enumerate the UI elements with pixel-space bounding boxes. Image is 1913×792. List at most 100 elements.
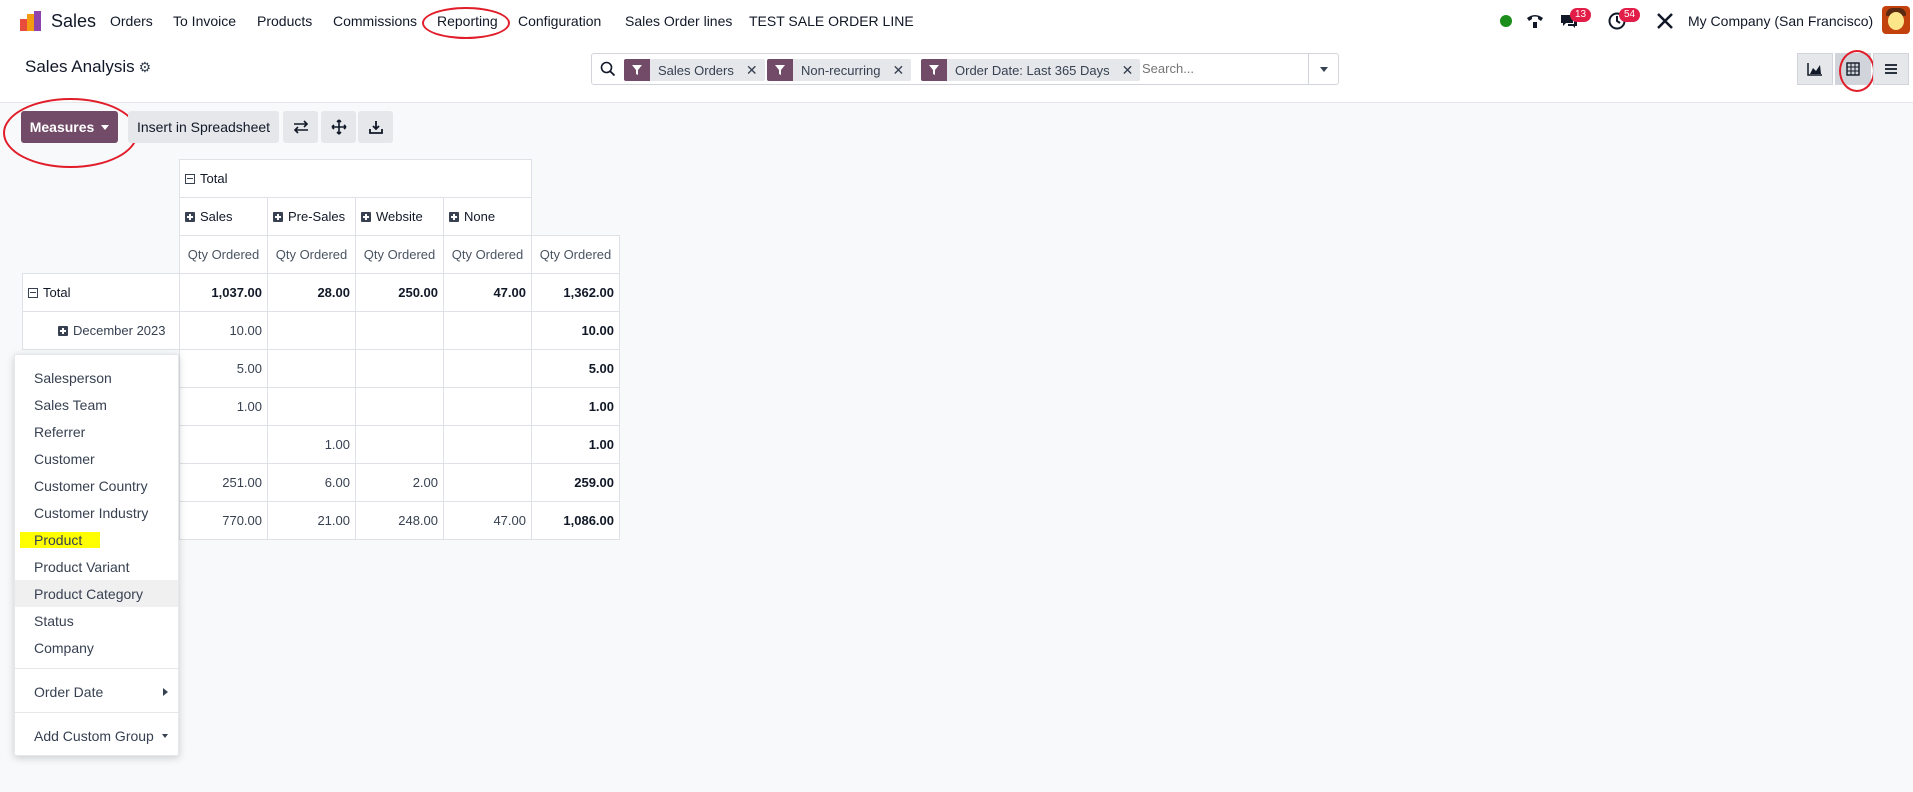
col-header-none[interactable]: None [443, 197, 532, 236]
pivot-cell[interactable]: 1.00 [179, 387, 268, 426]
menu-orders[interactable]: Orders [110, 13, 153, 29]
pivot-cell[interactable] [355, 311, 444, 350]
pivot-view-button[interactable] [1835, 53, 1871, 85]
menu-to-invoice[interactable]: To Invoice [173, 13, 236, 29]
search-options-toggle[interactable] [1308, 54, 1338, 84]
pivot-cell-total[interactable]: 1.00 [531, 387, 620, 426]
groupby-order-date[interactable]: Order Date [15, 678, 178, 705]
list-view-button[interactable] [1873, 53, 1909, 85]
pivot-cell[interactable]: 10.00 [179, 311, 268, 350]
filter-icon [624, 59, 650, 81]
pivot-cell[interactable] [355, 425, 444, 464]
gear-icon[interactable]: ⚙ [139, 59, 152, 76]
pivot-cell-total[interactable]: 259.00 [531, 463, 620, 502]
pivot-cell[interactable]: 21.00 [267, 501, 356, 540]
groupby-product-variant[interactable]: Product Variant [15, 553, 178, 580]
menu-products[interactable]: Products [257, 13, 312, 29]
groupby-customer[interactable]: Customer [15, 445, 178, 472]
groupby-company[interactable]: Company [15, 634, 178, 661]
facet-non-recurring: Non-recurring ✕ [767, 59, 912, 81]
add-custom-group-select[interactable]: Add Custom Group [15, 722, 178, 749]
app-name[interactable]: Sales [51, 11, 96, 32]
search-input[interactable] [1140, 60, 1304, 77]
remove-facet-icon[interactable]: ✕ [892, 62, 904, 79]
pivot-cell[interactable]: 250.00 [355, 273, 444, 312]
pivot-cell[interactable] [267, 387, 356, 426]
groupby-product-category[interactable]: Product Category [15, 580, 178, 607]
facet-order-date: Order Date: Last 365 Days ✕ [921, 59, 1141, 81]
pivot-cell-total[interactable]: 10.00 [531, 311, 620, 350]
pivot-cell[interactable]: 47.00 [443, 501, 532, 540]
expand-all-button[interactable] [321, 111, 356, 143]
menu-reporting[interactable]: Reporting [437, 13, 498, 29]
col-header-label: Pre-Sales [288, 209, 346, 224]
measures-button[interactable]: Measures [21, 111, 118, 143]
pivot-cell[interactable]: 2.00 [355, 463, 444, 502]
col-header-website[interactable]: Website [355, 197, 444, 236]
debug-tools-icon[interactable] [1655, 11, 1675, 31]
control-panel: Sales Analysis ⚙ Sales Orders ✕ Non-recur… [0, 42, 1913, 103]
graph-view-button[interactable] [1797, 53, 1833, 85]
pivot-cell[interactable]: 28.00 [267, 273, 356, 312]
measure-header[interactable]: Qty Ordered [179, 235, 268, 274]
online-status-icon [1500, 15, 1512, 27]
row-header-december-2023[interactable]: December 2023 [22, 311, 180, 350]
col-header-pre-sales[interactable]: Pre-Sales [267, 197, 356, 236]
pivot-cell[interactable] [355, 349, 444, 388]
pivot-cell[interactable]: 5.00 [179, 349, 268, 388]
pivot-cell[interactable] [443, 463, 532, 502]
phone-icon[interactable] [1525, 11, 1545, 31]
company-switcher[interactable]: My Company (San Francisco) [1688, 13, 1873, 29]
pivot-cell-total[interactable]: 1.00 [531, 425, 620, 464]
col-header-sales[interactable]: Sales [179, 197, 268, 236]
menu-commissions[interactable]: Commissions [333, 13, 417, 29]
pivot-cell[interactable] [443, 311, 532, 350]
measure-header[interactable]: Qty Ordered [443, 235, 532, 274]
caret-right-icon [163, 688, 168, 696]
pivot-cell[interactable]: 248.00 [355, 501, 444, 540]
pivot-cell[interactable] [267, 311, 356, 350]
col-header-total[interactable]: Total [179, 159, 532, 198]
row-header-total[interactable]: Total [22, 273, 180, 312]
pivot-cell[interactable]: 251.00 [179, 463, 268, 502]
menu-configuration[interactable]: Configuration [518, 13, 601, 29]
remove-facet-icon[interactable]: ✕ [1122, 62, 1134, 79]
area-chart-icon [1807, 63, 1822, 76]
insert-in-spreadsheet-button[interactable]: Insert in Spreadsheet [128, 111, 279, 143]
pivot-cell-total[interactable]: 1,086.00 [531, 501, 620, 540]
pivot-cell[interactable]: 770.00 [179, 501, 268, 540]
menu-sales-order-lines[interactable]: Sales Order lines [625, 13, 732, 29]
measure-header[interactable]: Qty Ordered [267, 235, 356, 274]
measure-header[interactable]: Qty Ordered [531, 235, 620, 274]
pivot-cell[interactable]: 47.00 [443, 273, 532, 312]
pivot-cell[interactable]: 1,037.00 [179, 273, 268, 312]
remove-facet-icon[interactable]: ✕ [746, 62, 758, 79]
pivot-cell-total[interactable]: 5.00 [531, 349, 620, 388]
groupby-customer-industry[interactable]: Customer Industry [15, 499, 178, 526]
pivot-cell[interactable] [443, 387, 532, 426]
pivot-cell[interactable] [179, 425, 268, 464]
pivot-cell[interactable] [443, 425, 532, 464]
groupby-sales-team[interactable]: Sales Team [15, 391, 178, 418]
groupby-status[interactable]: Status [15, 607, 178, 634]
pivot-cell[interactable] [267, 349, 356, 388]
groupby-product[interactable]: Product [15, 526, 178, 553]
pivot-cell-total[interactable]: 1,362.00 [531, 273, 620, 312]
measure-header[interactable]: Qty Ordered [355, 235, 444, 274]
groupby-customer-country[interactable]: Customer Country [15, 472, 178, 499]
pivot-cell[interactable]: 1.00 [267, 425, 356, 464]
pivot-cell[interactable] [355, 387, 444, 426]
groupby-referrer[interactable]: Referrer [15, 418, 178, 445]
pivot-cell[interactable] [443, 349, 532, 388]
sales-app-logo-icon[interactable] [20, 11, 42, 31]
caret-down-icon [1319, 66, 1328, 72]
pivot-cell[interactable]: 6.00 [267, 463, 356, 502]
expand-icon [361, 211, 371, 222]
menu-test-sale-order-line[interactable]: TEST SALE ORDER LINE [749, 13, 914, 29]
flip-axis-button[interactable] [283, 111, 318, 143]
add-custom-group-label: Add Custom Group [34, 727, 154, 744]
download-button[interactable] [358, 111, 393, 143]
groupby-salesperson[interactable]: Salesperson [15, 364, 178, 391]
user-avatar[interactable] [1882, 6, 1910, 34]
download-icon [368, 121, 383, 134]
